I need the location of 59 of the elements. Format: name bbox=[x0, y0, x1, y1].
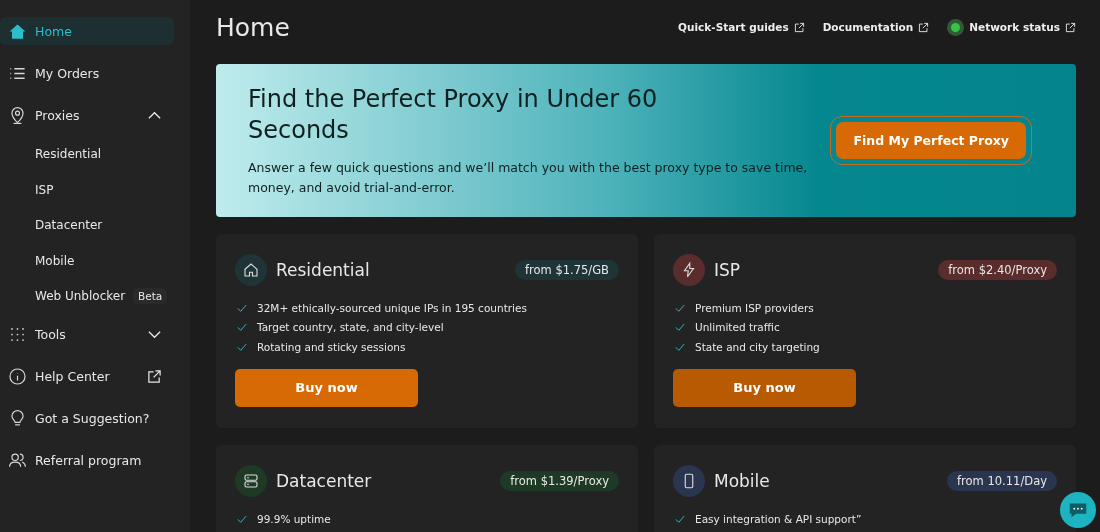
server-icon bbox=[242, 472, 260, 490]
feature-text: Target country, state, and city-level bbox=[257, 321, 444, 334]
buy-now-button[interactable]: Buy now bbox=[235, 368, 418, 407]
house-icon bbox=[242, 261, 260, 279]
page-title: Home bbox=[216, 12, 291, 42]
nav-subitem[interactable]: ISP bbox=[0, 178, 190, 201]
feature-text: State and city targeting bbox=[695, 340, 820, 353]
external-link-icon bbox=[147, 369, 162, 384]
external-link-icon bbox=[1065, 21, 1076, 33]
nav-subitem[interactable]: Mobile bbox=[0, 249, 190, 272]
check-icon bbox=[237, 341, 247, 352]
check-icon bbox=[237, 302, 247, 313]
info-icon bbox=[8, 367, 27, 386]
price-tag: from $1.39/Proxy bbox=[500, 471, 619, 491]
check-icon bbox=[675, 341, 685, 352]
check-icon bbox=[675, 302, 685, 313]
header-link[interactable]: Documentation bbox=[822, 21, 930, 33]
nav-subitem[interactable]: Residential bbox=[0, 143, 190, 165]
external-link-icon bbox=[793, 21, 805, 33]
price-tag: from $1.75/GB bbox=[515, 260, 619, 280]
card-title: ISP bbox=[714, 260, 742, 280]
feature-text: Easy integration & API support” bbox=[695, 512, 862, 525]
check-icon bbox=[237, 322, 247, 333]
grid-dots-icon bbox=[8, 325, 27, 344]
lightbulb-icon bbox=[8, 409, 27, 428]
hero-description: Answer a few quick questions and we’ll match you with the best proxy type to save time, money, and avoid trial-and-error. bbox=[248, 159, 808, 197]
feature-text: Unlimited traffic bbox=[695, 321, 780, 334]
nav-item[interactable]: My Orders bbox=[0, 59, 174, 87]
header-link[interactable]: Quick-Start guides bbox=[678, 21, 805, 33]
price-tag: from 10.11/Day bbox=[947, 471, 1057, 491]
feature-text: Rotating and sticky sessions bbox=[257, 340, 406, 353]
nav-item[interactable]: Proxies bbox=[0, 101, 174, 129]
people-icon bbox=[8, 451, 27, 470]
home-icon bbox=[8, 21, 27, 41]
feature-text: 32M+ ethically-sourced unique IPs in 195 countries bbox=[257, 301, 527, 314]
nav-item[interactable]: Help Center bbox=[0, 362, 174, 391]
buy-now-button[interactable]: Buy now bbox=[673, 368, 856, 407]
card-title: Datacenter bbox=[276, 471, 373, 491]
chat-button[interactable] bbox=[1060, 492, 1096, 528]
nav-item[interactable]: Got a Suggestion? bbox=[0, 404, 174, 433]
nav-item[interactable]: Tools bbox=[0, 320, 174, 349]
hero-title: Find the Perfect Proxy in Under 60 Seconds bbox=[248, 83, 659, 147]
feature-text: 99.9% uptime bbox=[257, 512, 331, 525]
header-link[interactable]: Network status bbox=[947, 21, 1076, 33]
nav-subitem[interactable]: Datacenter bbox=[0, 214, 190, 236]
feature-text: Premium ISP providers bbox=[695, 301, 814, 314]
find-proxy-button[interactable]: Find My Perfect Proxy bbox=[836, 122, 1026, 159]
card-title: Residential bbox=[276, 260, 371, 280]
check-icon bbox=[675, 513, 685, 524]
location-pin-icon bbox=[8, 105, 27, 125]
price-tag: from $2.40/Proxy bbox=[938, 260, 1057, 280]
nav-subitem[interactable]: Web Unblocker Beta bbox=[0, 285, 190, 307]
nav-item[interactable]: Referral program bbox=[0, 446, 174, 475]
nav-item[interactable]: Home bbox=[0, 17, 174, 45]
card-title: Mobile bbox=[714, 471, 771, 491]
check-icon bbox=[675, 322, 685, 333]
check-icon bbox=[237, 513, 247, 524]
external-link-icon bbox=[918, 21, 930, 33]
beta-badge: Beta bbox=[133, 288, 168, 304]
